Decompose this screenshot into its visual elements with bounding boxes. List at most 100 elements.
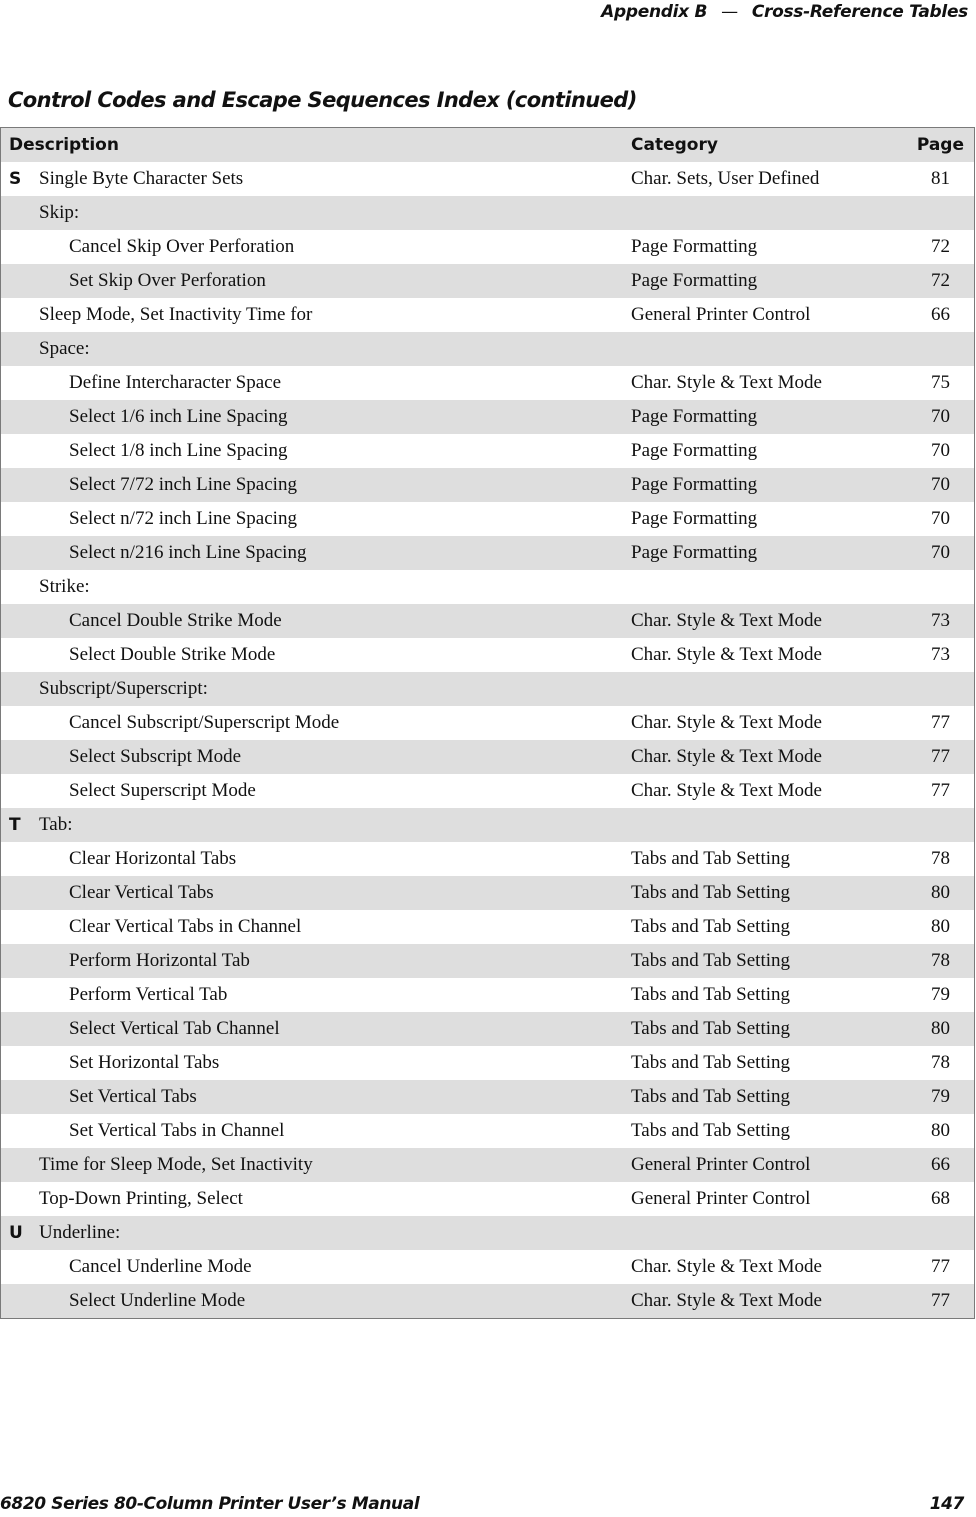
entry-category: Char. Style & Text Mode xyxy=(631,644,822,665)
entry-category: Tabs and Tab Setting xyxy=(631,1018,790,1039)
entry-page: 81 xyxy=(931,168,950,189)
index-letter: T xyxy=(9,815,21,835)
entry-category: Page Formatting xyxy=(631,406,758,427)
entry-description: Clear Horizontal Tabs xyxy=(69,848,237,869)
table-row: Select 7/72 inch Line Spacing Page Format… xyxy=(1,468,974,502)
column-header-category: Category xyxy=(631,135,718,155)
entry-category: General Printer Control xyxy=(631,1154,811,1175)
entry-category: Tabs and Tab Setting xyxy=(631,950,790,971)
entry-description: Time for Sleep Mode, Set Inactivity xyxy=(39,1154,313,1175)
table-row: Set Vertical Tabs Tabs and Tab Setting 79 xyxy=(1,1080,974,1114)
entry-page: 66 xyxy=(931,304,950,325)
table-row: Skip: xyxy=(1,196,974,230)
entry-category: Tabs and Tab Setting xyxy=(631,1120,790,1141)
entry-page: 77 xyxy=(931,780,950,801)
entry-category: Tabs and Tab Setting xyxy=(631,1052,790,1073)
table-row: Perform Vertical Tab Tabs and Tab Setting… xyxy=(1,978,974,1012)
entry-page: 70 xyxy=(931,508,950,529)
entry-page: 79 xyxy=(931,1086,950,1107)
entry-page: 70 xyxy=(931,542,950,563)
entry-description: Set Vertical Tabs xyxy=(69,1086,197,1107)
entry-page: 77 xyxy=(931,1290,950,1311)
table-row: Clear Horizontal Tabs Tabs and Tab Settin… xyxy=(1,842,974,876)
entry-category: Tabs and Tab Setting xyxy=(631,882,790,903)
entry-page: 77 xyxy=(931,1256,950,1277)
entry-description: Top-Down Printing, Select xyxy=(39,1188,243,1209)
entry-description: Cancel Underline Mode xyxy=(69,1256,252,1277)
column-header-description: Description xyxy=(9,135,119,155)
entry-category: General Printer Control xyxy=(631,1188,811,1209)
entry-page: 66 xyxy=(931,1154,950,1175)
table-row: Select 1/6 inch Line Spacing Page Formatt… xyxy=(1,400,974,434)
entry-category: Page Formatting xyxy=(631,508,758,529)
entry-page: 75 xyxy=(931,372,950,393)
entry-description: Clear Vertical Tabs xyxy=(69,882,214,903)
table-row: Clear Vertical Tabs Tabs and Tab Setting 8… xyxy=(1,876,974,910)
entry-page: 73 xyxy=(931,610,950,631)
entry-category: Tabs and Tab Setting xyxy=(631,916,790,937)
table-row: Perform Horizontal Tab Tabs and Tab Setti… xyxy=(1,944,974,978)
entry-page: 72 xyxy=(931,270,950,291)
entry-page: 80 xyxy=(931,916,950,937)
entry-page: 70 xyxy=(931,474,950,495)
entry-page: 79 xyxy=(931,984,950,1005)
entry-category: Tabs and Tab Setting xyxy=(631,984,790,1005)
table-row: Select Subscript Mode Char. Style & Text … xyxy=(1,740,974,774)
entry-page: 68 xyxy=(931,1188,950,1209)
index-letter: S xyxy=(9,169,22,189)
entry-category: Char. Sets, User Defined xyxy=(631,168,820,189)
table-row: Cancel Skip Over Perforation Page Formatt… xyxy=(1,230,974,264)
entry-description: Strike: xyxy=(39,576,90,597)
entry-category: Char. Style & Text Mode xyxy=(631,780,822,801)
entry-category: Tabs and Tab Setting xyxy=(631,848,790,869)
table-row: Select n/72 inch Line Spacing Page Format… xyxy=(1,502,974,536)
running-head: Appendix B — Cross-Reference Tables xyxy=(601,0,968,24)
entry-description: Skip: xyxy=(39,202,80,223)
entry-description: Select n/72 inch Line Spacing xyxy=(69,508,297,529)
entry-category: Char. Style & Text Mode xyxy=(631,1256,822,1277)
entry-category: Page Formatting xyxy=(631,236,758,257)
entry-category: Char. Style & Text Mode xyxy=(631,746,822,767)
entry-description: Select 1/8 inch Line Spacing xyxy=(69,440,288,461)
entry-page: 77 xyxy=(931,746,950,767)
table-row: Cancel Double Strike Mode Char. Style & T… xyxy=(1,604,974,638)
entry-description: Select 7/72 inch Line Spacing xyxy=(69,474,297,495)
index-table: Description Category Page S Single Byte C… xyxy=(0,127,975,1319)
table-row: Select Superscript Mode Char. Style & Tex… xyxy=(1,774,974,808)
table-row: Select Vertical Tab Channel Tabs and Tab … xyxy=(1,1012,974,1046)
entry-description: Set Vertical Tabs in Channel xyxy=(69,1120,285,1141)
entry-description: Tab: xyxy=(39,814,73,835)
table-row: Sleep Mode, Set Inactivity Time for Gener… xyxy=(1,298,974,332)
table-row: Time for Sleep Mode, Set Inactivity Gener… xyxy=(1,1148,974,1182)
table-row: S Single Byte Character Sets Char. Sets, U… xyxy=(1,162,974,196)
entry-description: Space: xyxy=(39,338,90,359)
table-row: U Underline: xyxy=(1,1216,974,1250)
entry-category: Page Formatting xyxy=(631,270,758,291)
entry-description: Cancel Subscript/Superscript Mode xyxy=(69,712,340,733)
entry-page: 70 xyxy=(931,406,950,427)
entry-category: Char. Style & Text Mode xyxy=(631,372,822,393)
entry-page: 78 xyxy=(931,950,950,971)
running-head-chapter: Cross-Reference Tables xyxy=(751,2,968,22)
table-row: Set Horizontal Tabs Tabs and Tab Setting 7… xyxy=(1,1046,974,1080)
entry-description: Select Double Strike Mode xyxy=(69,644,276,665)
table-row: Select 1/8 inch Line Spacing Page Formatt… xyxy=(1,434,974,468)
table-row: Subscript/Superscript: xyxy=(1,672,974,706)
entry-page: 80 xyxy=(931,1018,950,1039)
table-row: Set Vertical Tabs in Channel Tabs and Tab… xyxy=(1,1114,974,1148)
index-letter: U xyxy=(9,1223,23,1243)
entry-description: Cancel Skip Over Perforation xyxy=(69,236,295,257)
entry-category: Char. Style & Text Mode xyxy=(631,1290,822,1311)
entry-description: Perform Horizontal Tab xyxy=(69,950,250,971)
entry-page: 72 xyxy=(931,236,950,257)
column-header-page: Page xyxy=(916,135,964,155)
table-body: S Single Byte Character Sets Char. Sets, U… xyxy=(1,162,974,1318)
table-header-row: Description Category Page xyxy=(1,128,974,162)
entry-description: Set Skip Over Perforation xyxy=(69,270,266,291)
table-title: Control Codes and Escape Sequences Index… xyxy=(8,88,637,112)
entry-page: 78 xyxy=(931,1052,950,1073)
table-row: Set Skip Over Perforation Page Formatting… xyxy=(1,264,974,298)
table-row: Strike: xyxy=(1,570,974,604)
table-row: Space: xyxy=(1,332,974,366)
running-head-separator: — xyxy=(721,2,738,22)
